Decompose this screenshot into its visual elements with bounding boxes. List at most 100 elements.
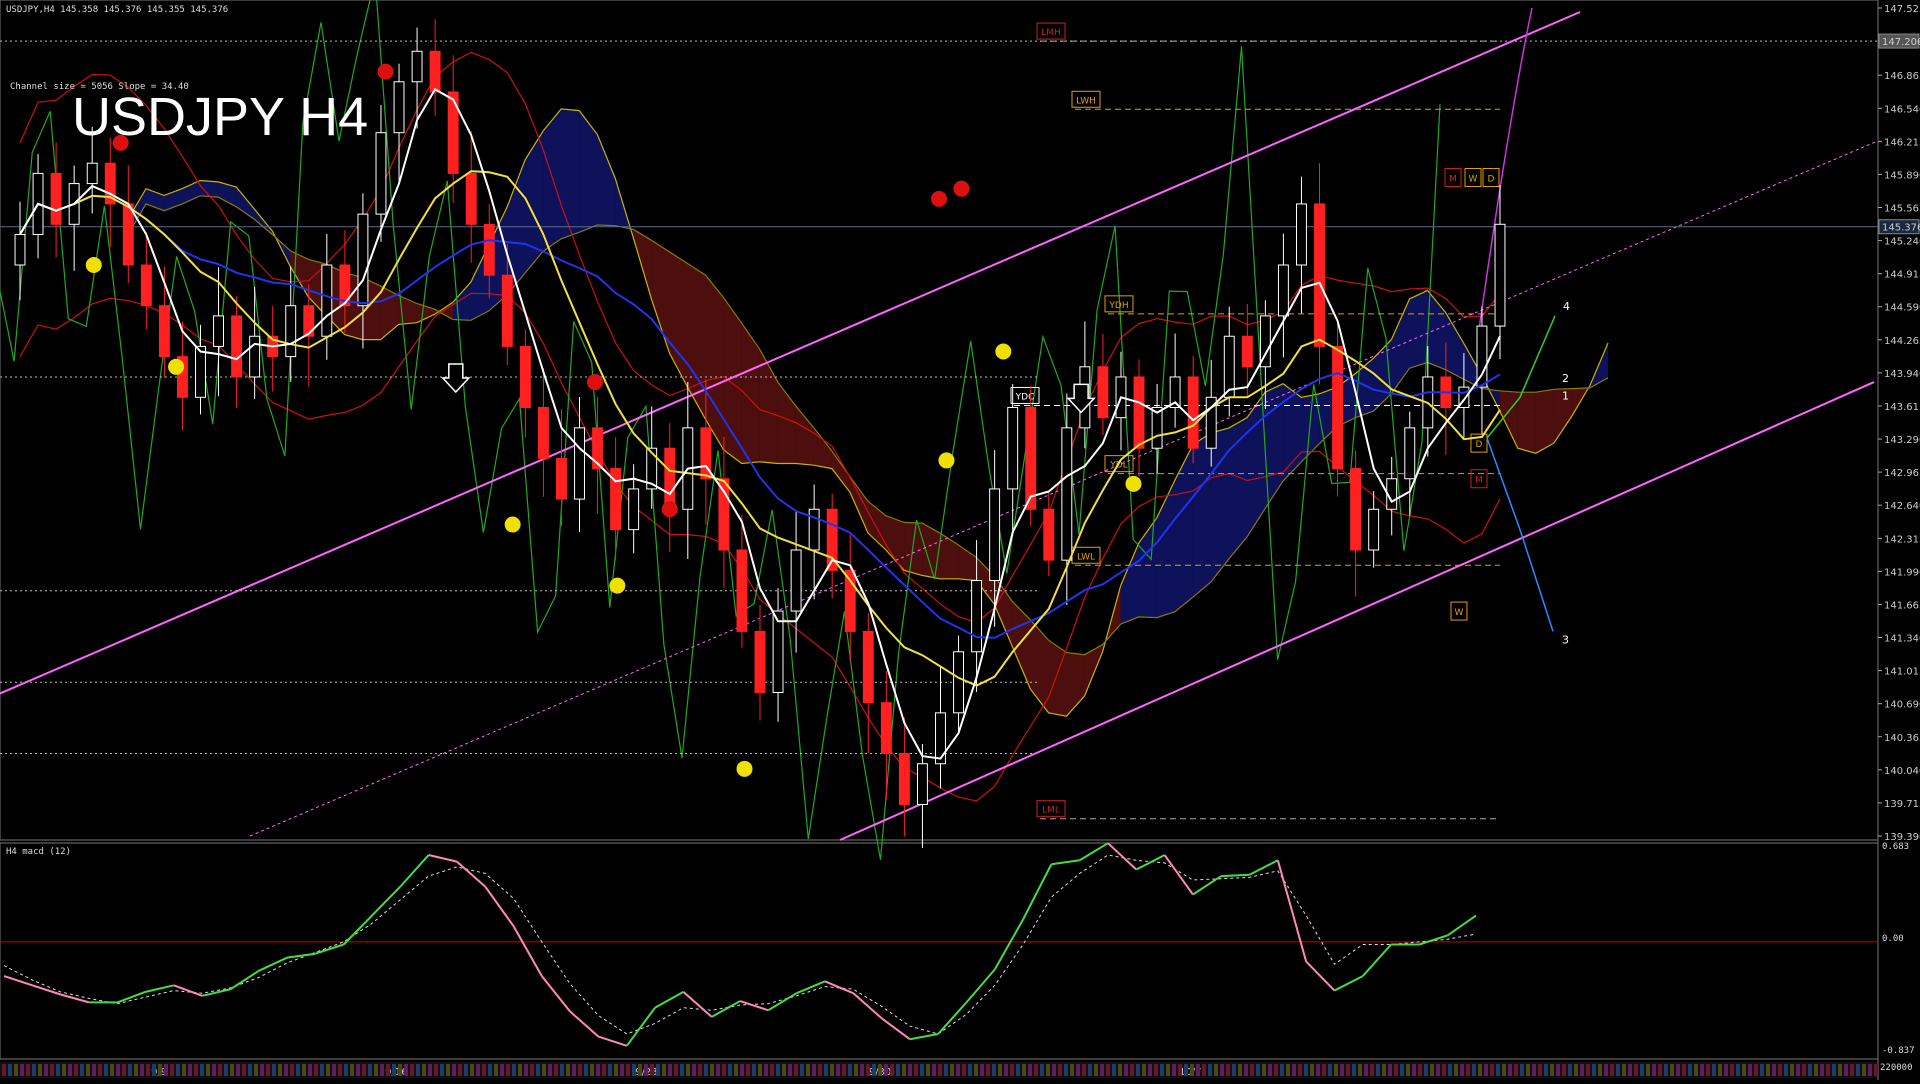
period-label-w2: W: [1455, 608, 1464, 618]
session-strip-cell: [1352, 1064, 1356, 1076]
session-strip-cell: [410, 1064, 414, 1076]
session-strip-cell: [1616, 1064, 1620, 1076]
candle-bullish: [790, 549, 802, 612]
session-strip-cell: [1256, 1064, 1260, 1076]
price-chart-svg[interactable]: LMHLWHYDHYDCYDLLWLLMLMWDDMW 4213 147.525…: [0, 0, 1920, 1080]
session-strip-cell: [1310, 1064, 1314, 1076]
session-strip-cell: [374, 1064, 378, 1076]
session-strip-cell: [980, 1064, 984, 1076]
session-strip-cell: [1682, 1064, 1686, 1076]
session-strip-cell: [956, 1064, 960, 1076]
session-strip-cell: [722, 1064, 726, 1076]
price-tick-label: 140.040: [1884, 766, 1920, 777]
session-strip-cell: [1592, 1064, 1596, 1076]
session-strip-cell: [1196, 1064, 1200, 1076]
session-strip-cell: [1292, 1064, 1296, 1076]
session-strip-cell: [266, 1064, 270, 1076]
session-strip-cell: [776, 1064, 780, 1076]
session-strip-cell: [1370, 1064, 1374, 1076]
session-strip-cell: [1160, 1064, 1164, 1076]
session-strip-cell: [512, 1064, 516, 1076]
candle-bearish: [1314, 203, 1325, 347]
session-strip-cell: [1112, 1064, 1116, 1076]
session-strip-cell: [320, 1064, 324, 1076]
session-strip-cell: [1754, 1064, 1758, 1076]
price-tick-label: 146.540: [1884, 104, 1920, 115]
session-strip-cell: [1766, 1064, 1770, 1076]
candle-bullish: [1061, 427, 1073, 561]
candle-bearish: [718, 478, 730, 551]
candle-bullish: [1007, 406, 1019, 490]
session-strip-cell: [242, 1064, 246, 1076]
candle-bearish: [122, 203, 134, 266]
session-strip-cell: [98, 1064, 102, 1076]
candle-bearish: [1332, 345, 1344, 470]
session-strip-cell: [1190, 1064, 1194, 1076]
session-strip-cell: [1064, 1064, 1068, 1076]
session-strip-cell: [152, 1064, 156, 1076]
ichimoku-cloud-segment: [1409, 290, 1428, 369]
candle-bearish: [1241, 335, 1253, 368]
session-strip-cell: [608, 1064, 612, 1076]
session-strip-cell: [710, 1064, 714, 1076]
session-strip-cell: [1484, 1064, 1488, 1076]
session-strip-cell: [1154, 1064, 1158, 1076]
fractal-up-marker: [168, 358, 185, 375]
session-strip-cell: [1784, 1064, 1788, 1076]
session-strip-cell: [1316, 1064, 1320, 1076]
session-strip-cell: [32, 1064, 36, 1076]
candle-bullish: [935, 712, 946, 765]
symbol-header: USDJPY,H4 145.358 145.376 145.355 145.37…: [6, 5, 229, 15]
candle-bullish: [628, 488, 640, 531]
level-label-ydc: YDC: [1015, 392, 1035, 402]
session-strip-cell: [434, 1064, 438, 1076]
session-strip-cell: [362, 1064, 366, 1076]
price-tick-label: 141.665: [1884, 600, 1920, 611]
session-strip-cell: [1232, 1064, 1236, 1076]
session-strip-cell: [1178, 1064, 1182, 1076]
candle-bullish: [86, 162, 98, 185]
session-strip-cell: [1334, 1064, 1338, 1076]
session-strip-cell: [134, 1064, 138, 1076]
session-strip-cell: [704, 1064, 708, 1076]
session-strip-cell: [212, 1064, 216, 1076]
session-strip-cell: [812, 1064, 816, 1076]
session-strip-cell: [536, 1064, 540, 1076]
session-strip-cell: [1250, 1064, 1254, 1076]
session-strip-cell: [656, 1064, 660, 1076]
session-strip-cell: [290, 1064, 294, 1076]
session-strip-cell: [1694, 1064, 1698, 1076]
session-strip-cell: [482, 1064, 486, 1076]
candle-bearish: [140, 264, 152, 307]
fractal-down-marker: [661, 501, 678, 518]
session-strip-cell: [230, 1064, 234, 1076]
session-strip-cell: [1460, 1064, 1464, 1076]
fractal-down-marker: [377, 63, 394, 80]
candle-bullish: [393, 81, 405, 134]
session-strip-cell: [1082, 1064, 1086, 1076]
session-strip-cell: [1142, 1064, 1146, 1076]
candle-bearish: [1097, 366, 1109, 419]
session-strip-cell: [86, 1064, 90, 1076]
session-strip-cell: [368, 1064, 372, 1076]
session-strip-cell: [596, 1064, 600, 1076]
session-strip-cell: [1184, 1064, 1188, 1076]
session-strip-cell: [278, 1064, 282, 1076]
session-strip-cell: [1688, 1064, 1692, 1076]
session-strip-cell: [566, 1064, 570, 1076]
session-strip-cell: [1658, 1064, 1662, 1076]
session-strip-cell: [1214, 1064, 1218, 1076]
candle-bullish: [195, 345, 206, 398]
session-strip-cell: [1748, 1064, 1752, 1076]
candle-bearish: [862, 630, 874, 704]
fractal-down-marker: [953, 180, 970, 197]
session-strip-cell: [752, 1064, 756, 1076]
candle-bearish: [1133, 376, 1145, 449]
session-strip-cell: [1724, 1064, 1728, 1076]
session-strip-cell: [716, 1064, 720, 1076]
session-strip-cell: [1358, 1064, 1362, 1076]
session-strip-cell: [686, 1064, 690, 1076]
candle-bearish: [537, 406, 549, 459]
session-strip-cell: [1106, 1064, 1110, 1076]
session-strip-cell: [1850, 1064, 1854, 1076]
